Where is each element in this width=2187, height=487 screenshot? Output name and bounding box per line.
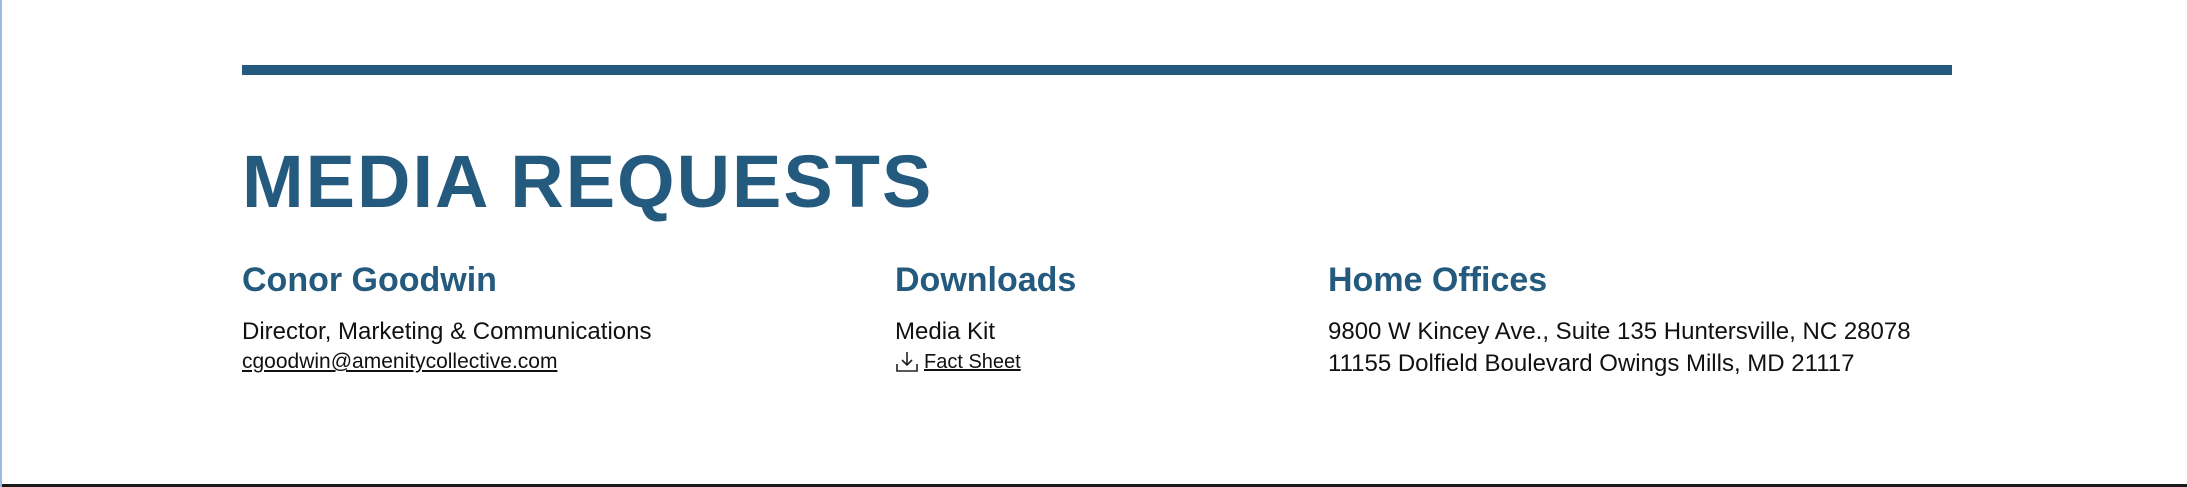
- contact-name: Conor Goodwin: [242, 261, 497, 299]
- downloads-column: Downloads Media Kit Fact Sheet: [895, 256, 1076, 376]
- downloads-heading: Downloads: [895, 261, 1077, 299]
- offices-column: Home Offices 9800 W Kincey Ave., Suite 1…: [1328, 256, 1911, 380]
- contact-email-link[interactable]: cgoodwin@amenitycollective.com: [242, 348, 557, 376]
- page-title: MEDIA REQUESTS: [242, 140, 934, 223]
- media-kit-label: Media Kit: [895, 318, 996, 345]
- office-address: 11155 Dolfield Boulevard Owings Mills, M…: [1328, 350, 1855, 377]
- offices-heading: Home Offices: [1328, 261, 1548, 299]
- section-divider: [242, 65, 1952, 75]
- contact-column: Conor Goodwin Director, Marketing & Comm…: [242, 256, 651, 376]
- contact-role: Director, Marketing & Communications: [242, 318, 652, 345]
- fact-sheet-link[interactable]: Fact Sheet: [924, 348, 1021, 376]
- fact-sheet-row: Fact Sheet: [895, 348, 1076, 376]
- office-address: 9800 W Kincey Ave., Suite 135 Huntersvil…: [1328, 318, 1911, 345]
- download-icon: [895, 350, 919, 374]
